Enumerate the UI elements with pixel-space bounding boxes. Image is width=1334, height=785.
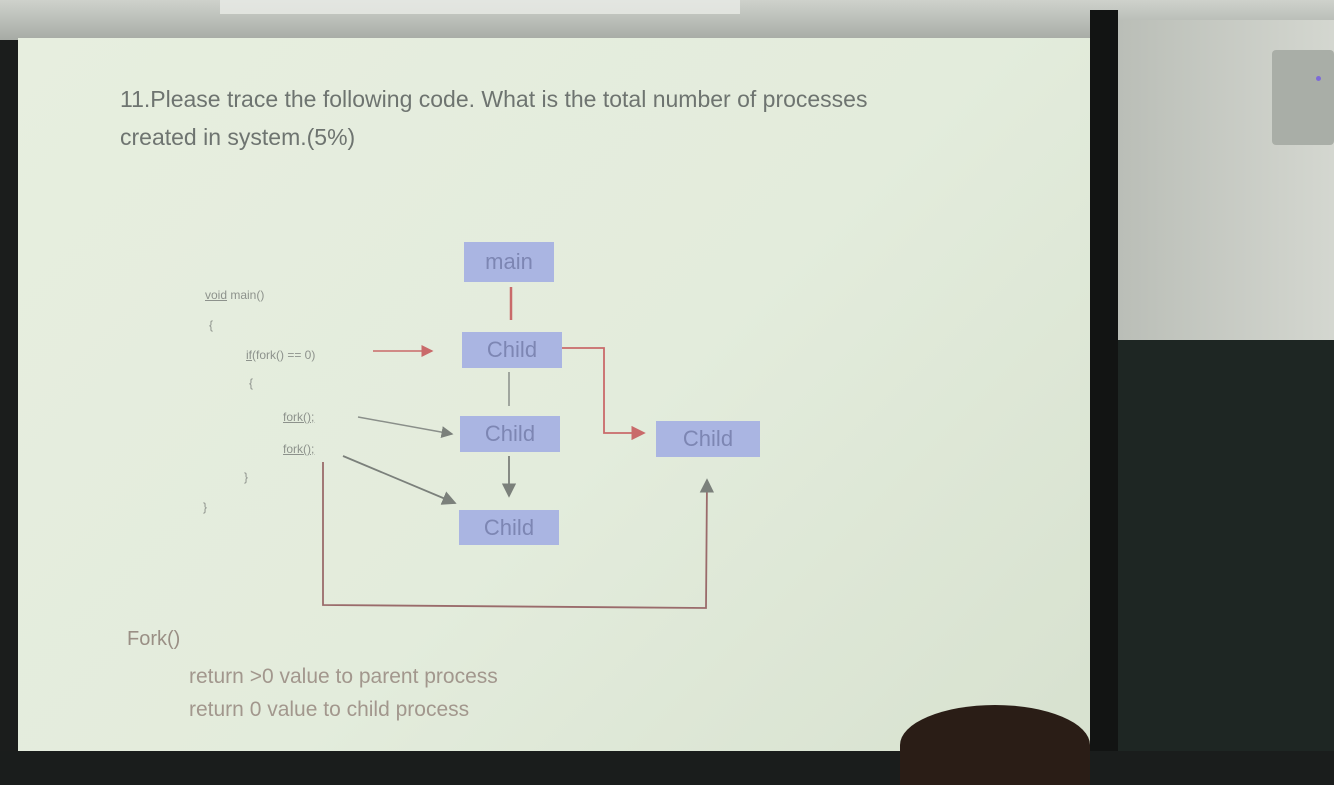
arrow-child1-child3: [562, 347, 646, 441]
diagram-arrows: [322, 287, 715, 609]
arrow-fork1-child2: [357, 416, 454, 439]
legend-title: Fork(): [127, 628, 181, 650]
legend-line-1: return >0 value to parent process: [189, 665, 498, 688]
legend-line-2: return 0 value to child process: [189, 698, 470, 721]
arrow-fork2-child4: [342, 455, 457, 505]
audience-head: [900, 705, 1090, 785]
arrow-fork2-child3-loop: [322, 462, 715, 609]
